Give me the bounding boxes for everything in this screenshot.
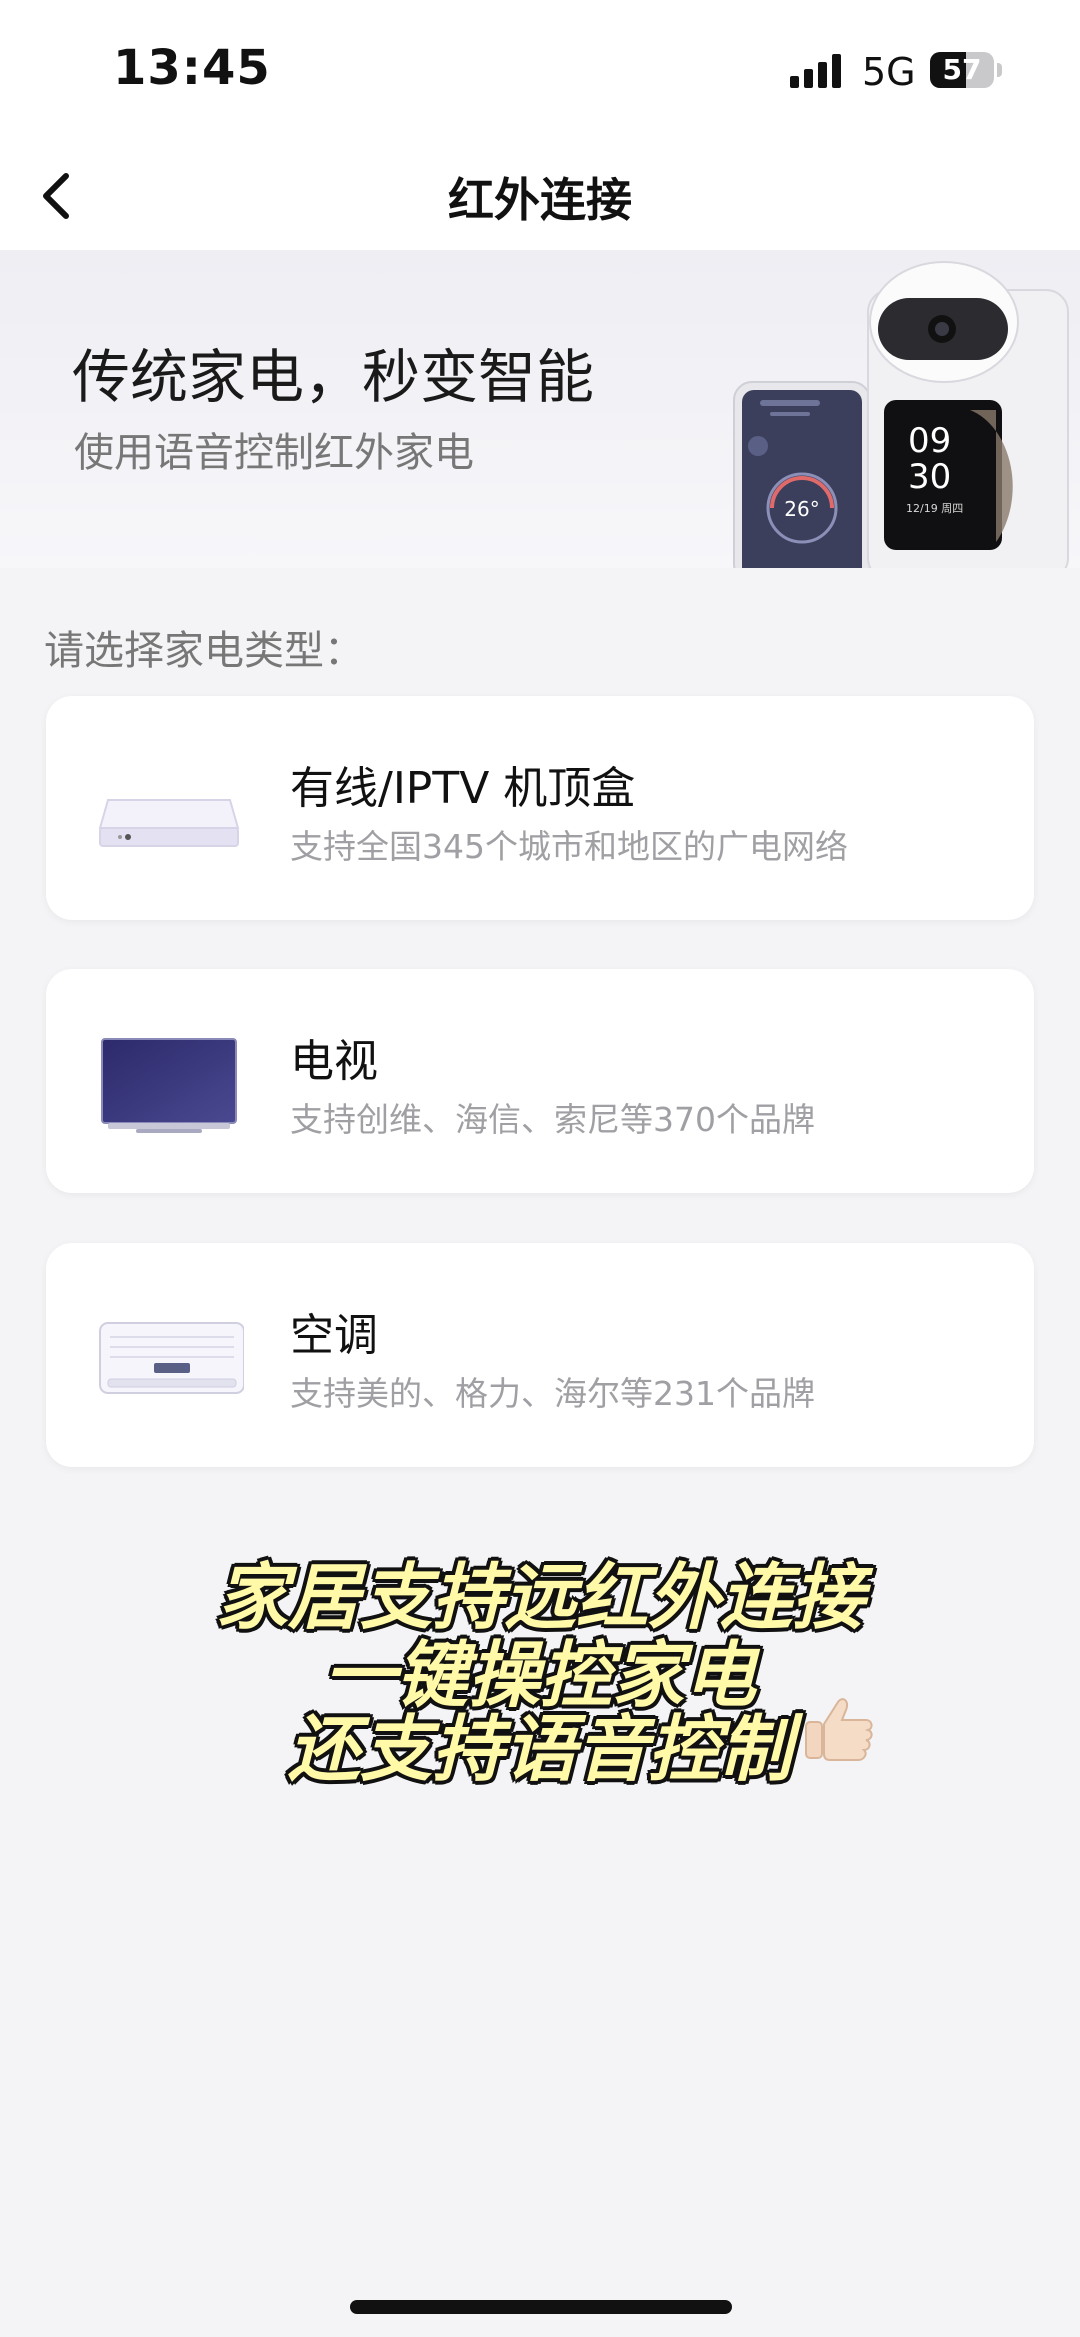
appliance-subtitle: 支持美的、格力、海尔等231个品牌 — [290, 1374, 815, 1413]
battery-level-text: 57 — [942, 53, 982, 86]
appliance-title: 空调 — [290, 1310, 378, 1361]
set-top-box-icon — [98, 799, 240, 847]
phone-temperature: 26° — [784, 497, 819, 521]
section-label: 请选择家电类型： — [44, 628, 364, 674]
banner-title: 传统家电，秒变智能 — [72, 343, 595, 411]
battery-cap — [997, 63, 1002, 77]
appliance-subtitle: 支持创维、海信、索尼等370个品牌 — [290, 1100, 815, 1139]
tv-icon — [101, 1038, 237, 1133]
thumbs-up-icon — [805, 1698, 873, 1761]
infrared-connect-screen: 13:45 5G 57 红外连接 传统家电，秒变智能 使用语音控制红外家电 26… — [0, 0, 1080, 2337]
appliance-title: 电视 — [290, 1036, 378, 1087]
banner-subtitle: 使用语音控制红外家电 — [74, 430, 474, 476]
smart-devices-illustration: 26° 09 30 12/19 周四 — [733, 261, 1069, 568]
appliance-card-tv[interactable]: 电视 支持创维、海信、索尼等370个品牌 — [46, 969, 1034, 1193]
smart-hub-icon: 09 30 12/19 周四 — [867, 261, 1069, 568]
status-time: 13:45 — [113, 40, 271, 96]
battery-icon: 57 — [930, 52, 994, 88]
device-clock-minute: 30 — [908, 457, 951, 497]
appliance-title: 有线/IPTV 机顶盒 — [290, 763, 636, 814]
appliance-subtitle: 支持全国345个城市和地区的广电网络 — [290, 827, 848, 866]
page-title: 红外连接 — [448, 173, 632, 227]
promo-banner: 传统家电，秒变智能 使用语音控制红外家电 26° 09 30 12/19 周四 — [0, 250, 1080, 568]
network-type: 5G — [862, 50, 916, 94]
status-bar: 13:45 5G 57 — [0, 0, 1080, 140]
phone-icon: 26° — [733, 381, 871, 568]
appliance-card-set-top-box[interactable]: 有线/IPTV 机顶盒 支持全国345个城市和地区的广电网络 — [46, 696, 1034, 920]
signal-bars-icon — [790, 54, 841, 88]
home-indicator[interactable] — [350, 2300, 732, 2314]
navigation-bar: 红外连接 — [0, 140, 1080, 250]
caption-line: 还支持语音控制 — [287, 1707, 792, 1791]
device-date: 12/19 周四 — [906, 502, 963, 515]
appliance-card-air-conditioner[interactable]: 空调 支持美的、格力、海尔等231个品牌 — [46, 1243, 1034, 1467]
air-conditioner-icon — [99, 1322, 244, 1394]
device-clock-hour: 09 — [908, 421, 951, 461]
